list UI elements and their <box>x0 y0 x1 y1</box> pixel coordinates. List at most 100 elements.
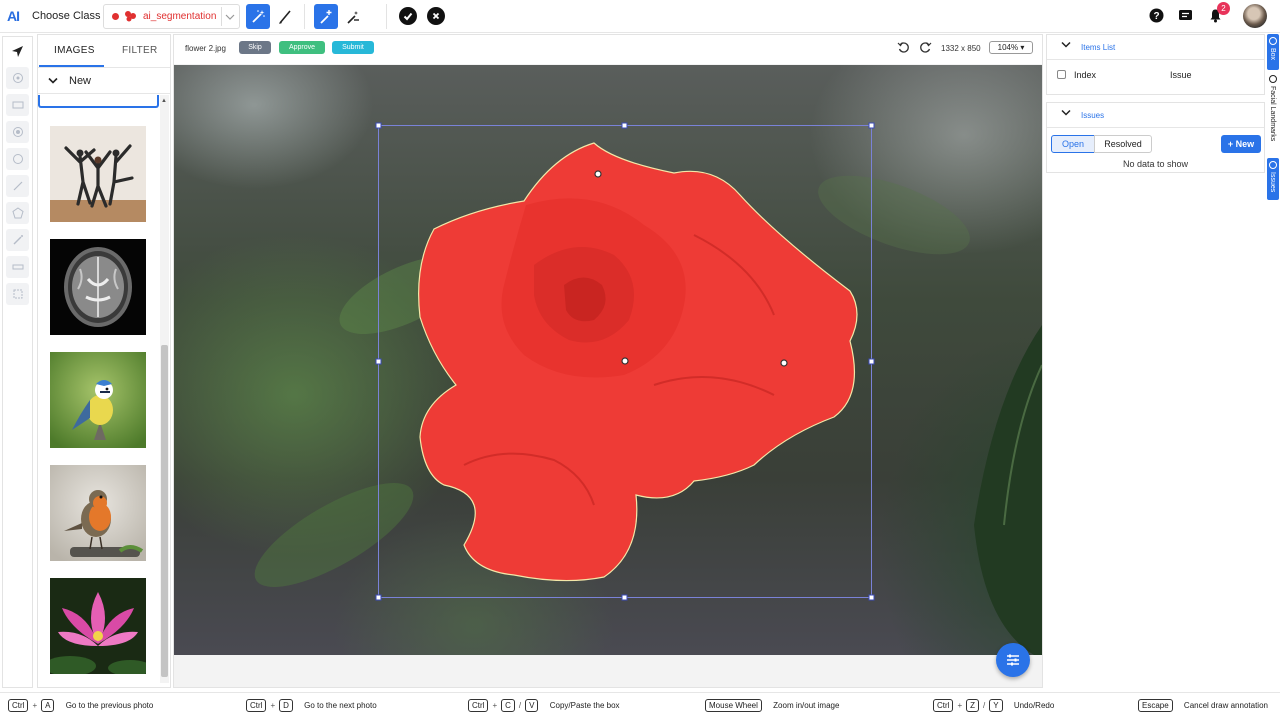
line-tool[interactable] <box>6 175 29 197</box>
alert-icon <box>1269 161 1277 169</box>
bbox-handle[interactable] <box>375 358 382 365</box>
select-tool[interactable] <box>6 40 29 62</box>
circle-tool[interactable] <box>6 121 29 143</box>
key-separator: + <box>492 701 498 710</box>
bbox-handle[interactable] <box>375 594 382 601</box>
class-select[interactable]: ai_segmentation <box>103 4 240 29</box>
rotate-left-icon[interactable] <box>897 41 910 54</box>
submit-button[interactable]: Submit <box>332 41 374 54</box>
key: A <box>41 699 55 712</box>
image-panel: IMAGES FILTER New ▲ <box>37 34 171 688</box>
circle-icon <box>12 127 23 137</box>
tab-filter[interactable]: FILTER <box>122 45 158 56</box>
key: Ctrl <box>246 699 267 712</box>
skip-button[interactable]: Skip <box>239 41 271 54</box>
shortcut-next: Ctrl + D Go to the next photo <box>245 699 377 712</box>
rotate-right-icon[interactable] <box>919 41 932 54</box>
issues-header[interactable]: Issues <box>1047 103 1264 128</box>
issues-panel: Issues Open Resolved + New No data to sh… <box>1046 102 1265 173</box>
image-dimensions: 1332 x 850 <box>941 44 981 53</box>
chevron-down-icon <box>1061 109 1071 116</box>
bbox-handle[interactable] <box>621 122 628 129</box>
rectangle-tool[interactable] <box>6 94 29 116</box>
segmentation-mask[interactable] <box>418 142 858 582</box>
cancel-button[interactable] <box>427 7 445 25</box>
close-icon <box>432 12 440 20</box>
issues-title: Issues <box>1081 111 1105 120</box>
ellipse-icon <box>12 154 23 164</box>
thumbnail-scrollbar[interactable]: ▲ <box>160 95 169 683</box>
thumb-blue-tit[interactable] <box>50 352 146 448</box>
seed-point[interactable] <box>780 359 788 367</box>
key-separator: + <box>957 701 963 710</box>
cursor-arrow-icon <box>12 45 23 57</box>
svg-text:?: ? <box>1153 11 1159 22</box>
line-icon <box>13 181 22 191</box>
thumb-brain-mri[interactable] <box>50 239 146 335</box>
shortcut-copy-paste: Ctrl + C / V Copy/Paste the box <box>467 699 620 712</box>
ruler-tool[interactable] <box>6 256 29 278</box>
magic-wand-button[interactable] <box>246 4 270 29</box>
brush-icon <box>279 9 291 24</box>
empty-state-text: No data to show <box>1122 159 1189 169</box>
bbox-handle[interactable] <box>868 358 875 365</box>
shortcut-zoom: Mouse Wheel Zoom in/out image <box>704 699 839 712</box>
shortcut-previous: Ctrl + A Go to the previous photo <box>7 699 153 712</box>
items-list-header[interactable]: Items List <box>1047 35 1264 60</box>
thumb-lotus[interactable] <box>50 578 146 674</box>
avatar[interactable] <box>1243 4 1267 28</box>
annotation-overlay <box>254 122 1042 655</box>
new-issue-button[interactable]: + New <box>1221 135 1261 153</box>
messages-icon[interactable] <box>1178 8 1193 28</box>
bbox-handle[interactable] <box>868 594 875 601</box>
bbox-handle[interactable] <box>868 122 875 129</box>
ellipse-tool[interactable] <box>6 148 29 170</box>
scroll-up-arrow-icon[interactable]: ▲ <box>161 98 167 104</box>
side-tab-box[interactable]: Box <box>1267 34 1279 70</box>
magic-wand-add-button[interactable] <box>314 4 338 29</box>
crop-icon <box>13 289 22 299</box>
approve-button[interactable]: Approve <box>279 41 325 54</box>
seed-point[interactable] <box>594 170 602 178</box>
thumb-dancers[interactable] <box>50 126 146 222</box>
chevron-down-icon[interactable] <box>221 7 237 26</box>
brush-button[interactable] <box>273 4 297 29</box>
select-all-checkbox[interactable] <box>1057 70 1066 79</box>
annotation-canvas: flower 2.jpg Skip Approve Submit 1332 x … <box>173 34 1043 688</box>
side-tab-issues-label: Issues <box>1269 172 1276 193</box>
key-separator: + <box>32 701 38 710</box>
ruler-icon <box>12 264 23 270</box>
bbox-handle[interactable] <box>375 122 382 129</box>
polygon-tool[interactable] <box>6 202 29 224</box>
settings-fab[interactable] <box>996 643 1030 677</box>
shortcut-description: Copy/Paste the box <box>549 701 620 710</box>
chevron-down-icon <box>48 77 58 84</box>
image-group-header[interactable]: New <box>38 68 170 94</box>
shortcut-description: Cancel draw annotation <box>1183 701 1268 710</box>
accept-button[interactable] <box>399 7 417 25</box>
crop-tool[interactable] <box>6 283 29 305</box>
move-icon <box>12 73 23 83</box>
help-icon[interactable]: ? <box>1149 8 1164 28</box>
tab-open-issues[interactable]: Open <box>1051 135 1095 153</box>
tab-resolved-issues[interactable]: Resolved <box>1094 135 1152 153</box>
side-tab-box-label: Box <box>1269 48 1276 61</box>
zoom-select[interactable]: 104% ▾ <box>989 41 1033 54</box>
selected-thumbnail[interactable] <box>38 95 159 108</box>
side-tab-facial-landmarks[interactable]: Facial Landmarks <box>1267 72 1279 156</box>
shortcut-description: Go to the previous photo <box>65 701 154 710</box>
side-tabs: Box Facial Landmarks Issues <box>1267 34 1279 200</box>
side-tab-issues[interactable]: Issues <box>1267 158 1279 200</box>
thumb-robin[interactable] <box>50 465 146 561</box>
shortcut-cancel: Escape Cancel draw annotation <box>1137 699 1268 712</box>
scrollbar-thumb[interactable] <box>161 345 168 677</box>
pan-tool[interactable] <box>6 67 29 89</box>
magic-wand-subtract-button[interactable] <box>341 4 365 29</box>
seed-point[interactable] <box>621 357 629 365</box>
wand-tool[interactable] <box>6 229 29 251</box>
tab-images[interactable]: IMAGES <box>54 45 95 56</box>
magic-wand-plus-icon <box>320 9 332 24</box>
bbox-handle[interactable] <box>621 594 628 601</box>
image-viewport[interactable] <box>174 65 1042 655</box>
shortcut-description: Undo/Redo <box>1013 701 1055 710</box>
